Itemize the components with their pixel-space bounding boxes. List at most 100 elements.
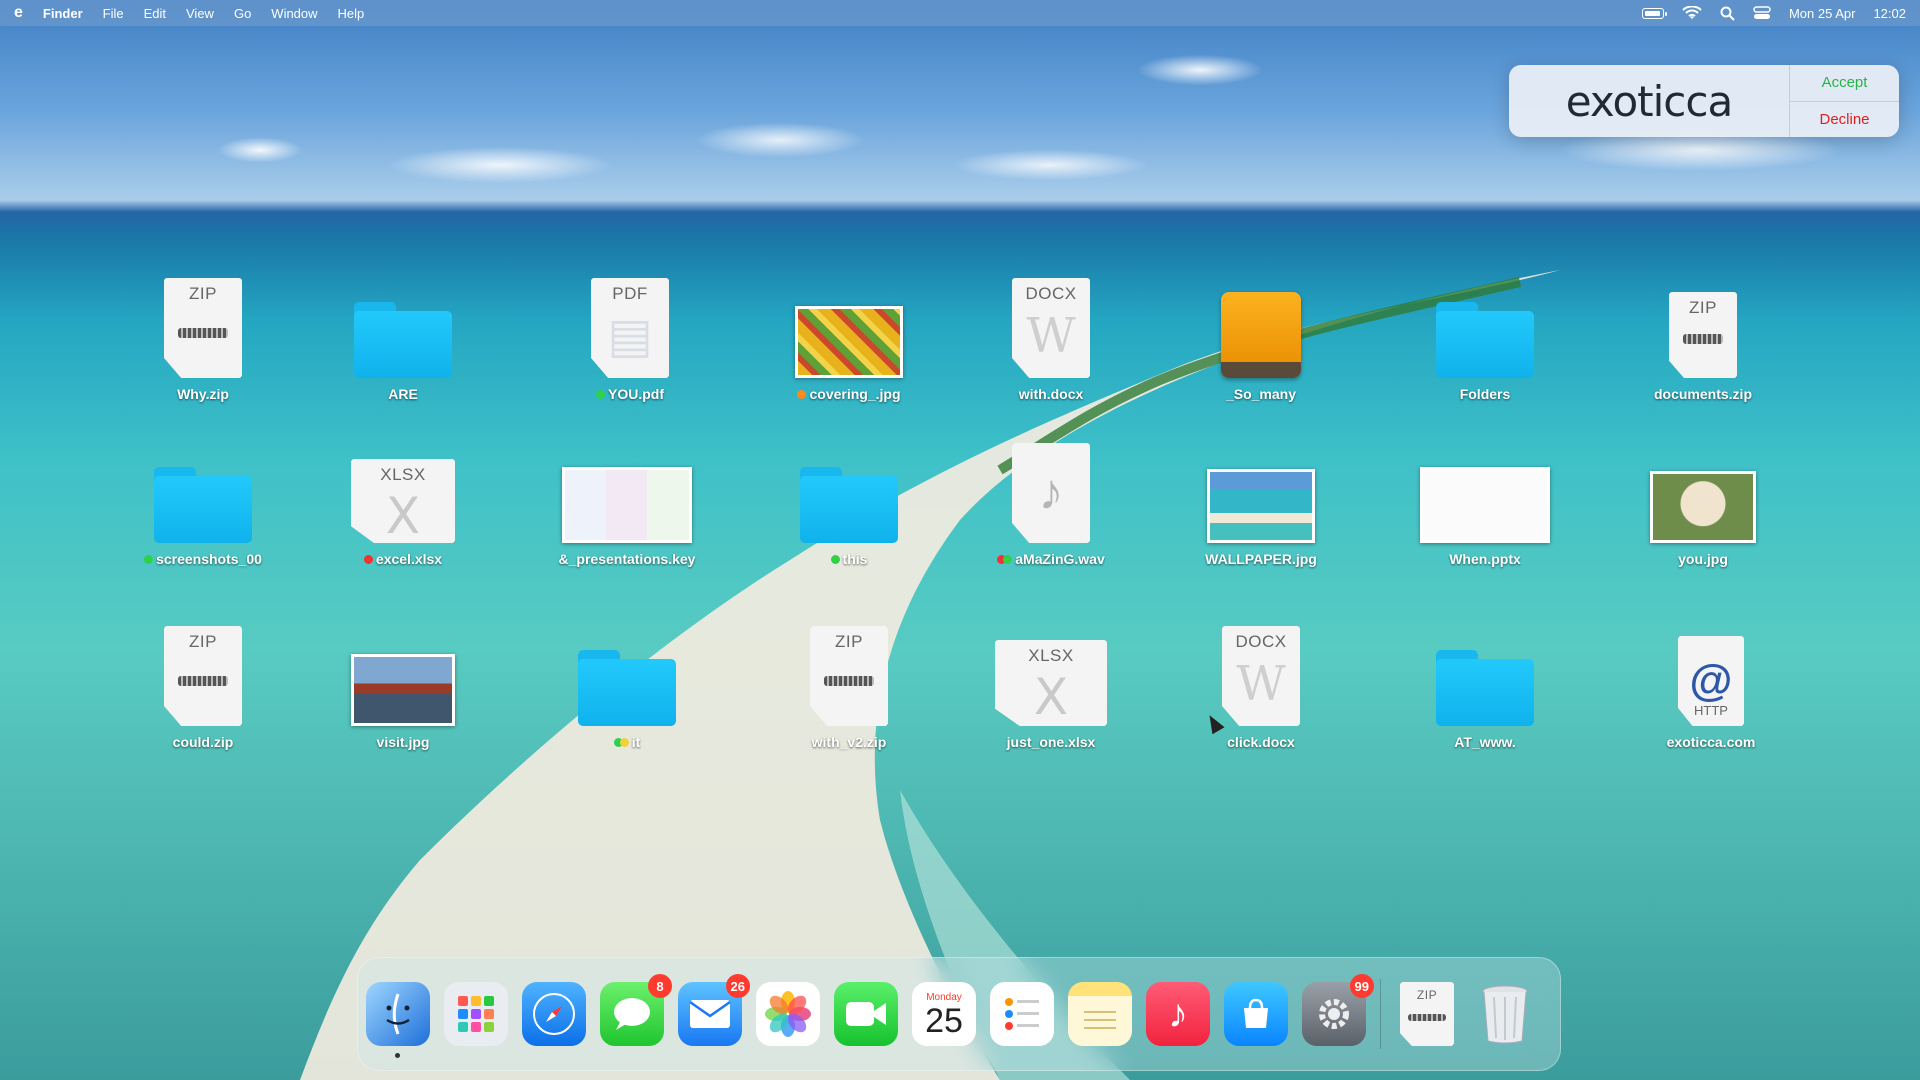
external-drive-icon xyxy=(1221,292,1301,378)
accept-button[interactable]: Accept xyxy=(1790,65,1899,102)
desktop-item-label: documents.zip xyxy=(1653,386,1752,402)
dock-app-store[interactable] xyxy=(1224,982,1288,1046)
battery-icon[interactable] xyxy=(1641,7,1667,19)
control-center-icon[interactable] xyxy=(1753,6,1771,20)
ad-notification[interactable]: exoticca Accept Decline xyxy=(1509,65,1899,137)
image-thumbnail xyxy=(795,306,903,378)
desktop-item-screenshots-folder[interactable]: screenshots_00 xyxy=(118,437,288,577)
desktop-item-documents-zip[interactable]: ZIP documents.zip xyxy=(1618,272,1788,412)
menu-edit[interactable]: Edit xyxy=(144,6,166,21)
menu-view[interactable]: View xyxy=(186,6,214,21)
desktop-item-this-folder[interactable]: this xyxy=(764,437,934,577)
music-note-icon: ♪ xyxy=(1168,991,1188,1036)
desktop-item-just-one-xlsx[interactable]: XLSX X just_one.xlsx xyxy=(966,620,1136,760)
desktop-item-presentations-key[interactable]: &_presentations.key xyxy=(542,437,712,577)
desktop-item-amazing-wav[interactable]: ♪ aMaZinG.wav xyxy=(966,437,1136,577)
dock-messages[interactable]: 8 xyxy=(600,974,672,1046)
folder-icon xyxy=(1436,302,1534,378)
dock-finder[interactable] xyxy=(366,982,430,1058)
folder-icon xyxy=(800,467,898,543)
desktop-item-with-docx[interactable]: DOCX W with.docx xyxy=(966,272,1136,412)
desktop-item-wallpaper-jpg[interactable]: WALLPAPER.jpg xyxy=(1176,437,1346,577)
zip-file-icon: ZIP xyxy=(1400,982,1454,1046)
running-indicator xyxy=(395,1053,400,1058)
decline-button[interactable]: Decline xyxy=(1790,102,1899,138)
desktop-item-label: AT_www. xyxy=(1454,734,1516,750)
dock-photos[interactable] xyxy=(756,982,820,1046)
dock-trash[interactable] xyxy=(1473,982,1537,1046)
reminders-list-icon xyxy=(1005,998,1039,1030)
red-tag-icon xyxy=(363,554,373,564)
desktop-item-click-docx[interactable]: DOCX W click.docx xyxy=(1176,620,1346,760)
desktop-item-label: could.zip xyxy=(172,734,234,750)
zip-file-icon: ZIP xyxy=(164,626,242,726)
yellow-tag-icon xyxy=(619,737,629,747)
desktop-item-are-folder[interactable]: ARE xyxy=(318,272,488,412)
notification-badge: 8 xyxy=(648,974,672,998)
desktop-item-could-zip[interactable]: ZIP could.zip xyxy=(118,620,288,760)
desktop-item-label: you.jpg xyxy=(1678,551,1728,567)
dock: 8 26 Monday 25 ♪ 99 ZIP xyxy=(357,957,1561,1071)
dock-separator xyxy=(1380,979,1381,1049)
desktop-item-label: _So_many xyxy=(1225,386,1297,402)
desktop-item-with-v2-zip[interactable]: ZIP with_v2.zip xyxy=(764,620,934,760)
desktop-item-visit-jpg[interactable]: visit.jpg xyxy=(318,620,488,760)
web-location-file-icon: @ HTTP xyxy=(1678,636,1744,726)
dock-reminders[interactable] xyxy=(990,982,1054,1046)
docx-file-icon: DOCX W xyxy=(1012,278,1090,378)
green-tag-icon xyxy=(1003,554,1013,564)
desktop-item-label: ARE xyxy=(388,386,418,402)
image-thumbnail xyxy=(1207,469,1315,543)
desktop-item-exoticca-com[interactable]: @ HTTP exoticca.com xyxy=(1626,620,1796,760)
desktop-item-label: visit.jpg xyxy=(376,734,430,750)
apple-menu-icon[interactable]: e xyxy=(14,4,23,22)
dock-calendar[interactable]: Monday 25 xyxy=(912,982,976,1046)
desktop-item-it-folder[interactable]: it xyxy=(542,620,712,760)
dock-launchpad[interactable] xyxy=(444,982,508,1046)
folder-icon xyxy=(154,467,252,543)
dock-facetime[interactable] xyxy=(834,982,898,1046)
desktop-item-covering-jpg[interactable]: covering_.jpg xyxy=(764,272,934,412)
desktop-item-label: covering_.jpg xyxy=(809,386,901,402)
desktop-item-why-zip[interactable]: ZIP Why.zip xyxy=(118,272,288,412)
dock-mail[interactable]: 26 xyxy=(678,974,750,1046)
desktop-item-label: with_v2.zip xyxy=(811,734,887,750)
desktop-item-at-www-folder[interactable]: AT_www. xyxy=(1400,620,1570,760)
dock-system-preferences[interactable]: 99 xyxy=(1302,974,1374,1046)
wifi-icon[interactable] xyxy=(1682,5,1702,21)
menu-bar: e Finder File Edit View Go Window Help M… xyxy=(0,0,1920,26)
zip-file-icon: ZIP xyxy=(1669,292,1737,378)
desktop-item-so-many-drive[interactable]: _So_many xyxy=(1176,272,1346,412)
folder-icon xyxy=(354,302,452,378)
image-thumbnail xyxy=(351,654,455,726)
dock-safari[interactable] xyxy=(522,982,586,1046)
menu-window[interactable]: Window xyxy=(271,6,317,21)
menu-help[interactable]: Help xyxy=(338,6,365,21)
trash-can-icon xyxy=(1482,985,1528,1044)
desktop-item-you-jpg[interactable]: you.jpg xyxy=(1618,437,1788,577)
finder-icon xyxy=(386,993,410,1035)
desktop-item-when-pptx[interactable]: When.pptx xyxy=(1400,437,1570,577)
desktop-item-label: aMaZinG.wav xyxy=(1015,551,1105,567)
menu-file[interactable]: File xyxy=(103,6,124,21)
spotlight-search-icon[interactable] xyxy=(1720,6,1735,21)
menu-finder[interactable]: Finder xyxy=(43,6,83,21)
menu-go[interactable]: Go xyxy=(234,6,251,21)
xlsx-file-icon: XLSX X xyxy=(995,640,1107,726)
photos-flower-icon xyxy=(765,991,811,1037)
menu-bar-time[interactable]: 12:02 xyxy=(1873,6,1906,21)
app-store-bag-icon xyxy=(1244,998,1268,1028)
desktop-item-excel-xlsx[interactable]: XLSX X excel.xlsx xyxy=(318,437,488,577)
dock-zip-file[interactable]: ZIP xyxy=(1395,982,1459,1046)
menu-bar-date[interactable]: Mon 25 Apr xyxy=(1789,6,1856,21)
desktop-item-folders-folder[interactable]: Folders xyxy=(1400,272,1570,412)
green-tag-icon xyxy=(596,389,605,399)
desktop-item-label: Folders xyxy=(1459,386,1511,402)
dock-music[interactable]: ♪ xyxy=(1146,982,1210,1046)
calendar-month: Monday xyxy=(926,991,962,1003)
image-thumbnail xyxy=(1650,471,1756,543)
desktop-item-label: WALLPAPER.jpg xyxy=(1205,551,1317,567)
desktop-item-label: this xyxy=(842,551,868,567)
dock-notes[interactable] xyxy=(1068,982,1132,1046)
desktop-item-you-pdf[interactable]: PDF ▤ YOU.pdf xyxy=(545,272,715,412)
